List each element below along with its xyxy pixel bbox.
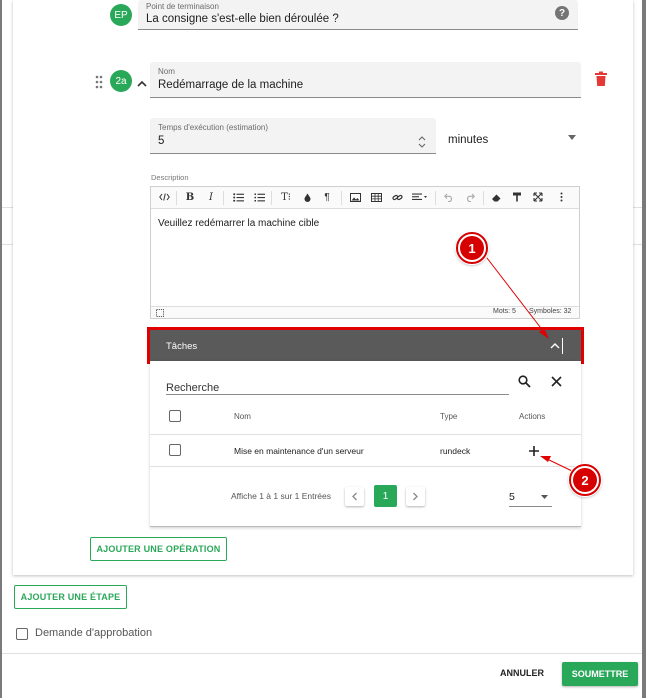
editor-toolbar: B I T⁝ ¶ xyxy=(151,187,579,209)
footer-divider xyxy=(2,653,642,654)
operation-name-field[interactable]: Nom Redémarrage de la machine xyxy=(150,62,581,98)
toolbar-divider xyxy=(435,191,436,205)
dropdown-arrow-icon xyxy=(568,135,576,140)
search-icon[interactable] xyxy=(518,375,531,388)
color-drop-icon[interactable] xyxy=(301,187,313,207)
task-name: Mise en maintenance d'un serveur xyxy=(234,446,364,456)
fullscreen-icon[interactable] xyxy=(530,187,546,207)
callout-1: 1 xyxy=(456,232,488,264)
description-label: Description xyxy=(151,173,189,182)
row-checkbox[interactable] xyxy=(169,444,181,456)
unit-select-value: minutes xyxy=(448,134,489,146)
chevron-up-icon[interactable] xyxy=(136,76,148,87)
delete-icon[interactable] xyxy=(594,71,608,87)
operation-name-value: Redémarrage de la machine xyxy=(158,79,304,91)
select-all-checkbox[interactable] xyxy=(169,410,181,422)
add-step-button[interactable]: AJOUTER UNE ÉTAPE xyxy=(14,585,127,609)
task-search-input[interactable]: Recherche xyxy=(166,378,509,395)
dropdown-arrow-icon xyxy=(541,495,548,499)
approval-checkbox[interactable] xyxy=(16,628,28,640)
bullet-list-icon[interactable] xyxy=(230,187,246,207)
image-icon[interactable] xyxy=(347,187,363,207)
resize-handle-icon[interactable] xyxy=(156,309,164,317)
page-size-value: 5 xyxy=(509,491,515,503)
toolbar-divider xyxy=(176,191,177,205)
symbol-count: Symboles: 32 xyxy=(529,308,572,315)
cancel-button[interactable]: ANNULER xyxy=(500,668,544,678)
column-header-actions: Actions xyxy=(519,412,546,421)
callout-2: 2 xyxy=(569,464,601,496)
italic-icon[interactable]: I xyxy=(203,187,219,207)
approval-label: Demande d'approbation xyxy=(35,627,153,639)
page-size-select[interactable]: 5 xyxy=(509,487,552,507)
divider xyxy=(2,207,13,208)
toolbar-divider xyxy=(223,191,224,205)
numbered-list-icon[interactable] xyxy=(251,187,267,207)
prev-page-button[interactable] xyxy=(345,487,364,506)
drag-handle-icon[interactable] xyxy=(94,75,104,89)
chevron-right-icon xyxy=(413,492,418,501)
endpoint-value: La consigne s'est-elle bien déroulée ? xyxy=(146,13,339,25)
submit-button[interactable]: SOUMETTRE xyxy=(562,662,638,686)
close-icon[interactable] xyxy=(551,376,562,387)
add-task-icon[interactable] xyxy=(528,445,540,457)
task-search-placeholder: Recherche xyxy=(166,382,220,394)
unit-select[interactable]: minutes xyxy=(448,130,578,146)
table-icon[interactable] xyxy=(368,187,384,207)
endpoint-label: Point de terminaison xyxy=(146,2,219,11)
divider xyxy=(633,207,642,208)
editor-content[interactable]: Veuillez redémarrer la machine cible xyxy=(158,218,319,229)
font-size-icon[interactable]: T⁝ xyxy=(276,187,296,207)
highlight-box xyxy=(147,327,584,364)
link-icon[interactable] xyxy=(389,187,405,207)
toolbar-divider xyxy=(341,191,342,205)
table-row[interactable]: Mise en maintenance d'un serveur rundeck xyxy=(150,435,581,466)
endpoint-field[interactable]: Point de terminaison La consigne s'est-e… xyxy=(138,0,578,30)
operation-name-label: Nom xyxy=(158,67,175,76)
toolbar-divider xyxy=(271,191,272,205)
paragraph-icon[interactable]: ¶ xyxy=(318,187,336,207)
format-painter-icon[interactable] xyxy=(509,187,525,207)
add-operation-button[interactable]: AJOUTER UNE OPÉRATION xyxy=(90,537,227,561)
stepper-icon[interactable] xyxy=(418,135,426,148)
rich-text-editor[interactable]: B I T⁝ ¶ Veuillez redémarrer la machine … xyxy=(150,186,580,319)
divider xyxy=(2,244,13,245)
table-divider xyxy=(150,466,581,467)
exec-time-value: 5 xyxy=(158,135,165,147)
redo-icon[interactable] xyxy=(462,187,478,207)
code-view-icon[interactable] xyxy=(155,187,173,207)
endpoint-avatar: EP xyxy=(110,4,132,26)
tasks-panel-body: Recherche Nom Type Actions Mise en maint… xyxy=(150,361,581,527)
pagination-info: Affiche 1 à 1 sur 1 Entrées xyxy=(231,491,332,501)
exec-time-field[interactable]: Temps d'exécution (estimation) 5 xyxy=(150,118,436,154)
operation-avatar: 2a xyxy=(110,70,132,92)
callout-2-number: 2 xyxy=(573,468,597,492)
align-icon[interactable] xyxy=(410,187,430,207)
undo-icon[interactable] xyxy=(441,187,457,207)
word-count: Mots: 5 xyxy=(493,308,516,315)
callout-1-number: 1 xyxy=(460,236,484,260)
toolbar-divider xyxy=(483,191,484,205)
editor-statusbar: Mots: 5 Symboles: 32 xyxy=(151,306,579,318)
task-type: rundeck xyxy=(440,446,471,456)
column-header-type: Type xyxy=(440,412,458,421)
more-vertical-icon[interactable] xyxy=(553,187,569,207)
bold-icon[interactable]: B xyxy=(182,187,198,207)
help-circle-icon[interactable]: ? xyxy=(555,6,569,20)
next-page-button[interactable] xyxy=(406,487,425,506)
eraser-icon[interactable] xyxy=(488,187,504,207)
page-button-current[interactable]: 1 xyxy=(374,485,397,507)
exec-time-label: Temps d'exécution (estimation) xyxy=(158,123,269,132)
divider xyxy=(633,244,642,245)
column-header-name: Nom xyxy=(234,412,251,421)
chevron-left-icon xyxy=(352,492,357,501)
